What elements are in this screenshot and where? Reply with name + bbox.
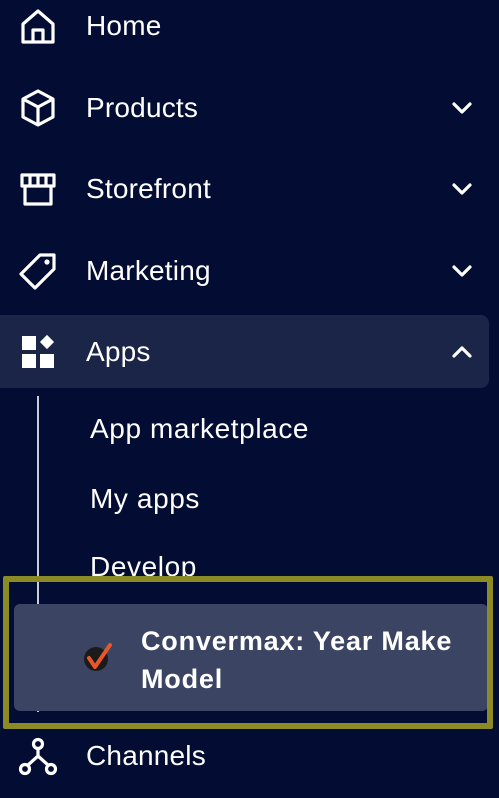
- cube-icon: [16, 86, 60, 130]
- nav-item-label: Home: [86, 10, 162, 41]
- nav-item-label: Channels: [86, 740, 206, 771]
- chevron-down-icon[interactable]: [447, 93, 477, 123]
- nav-item-channels[interactable]: Channels: [0, 720, 499, 792]
- home-icon: [16, 4, 60, 48]
- chevron-down-icon[interactable]: [447, 256, 477, 286]
- chevron-down-icon[interactable]: [447, 174, 477, 204]
- highlight-annotation-box: [3, 576, 493, 729]
- channels-icon: [16, 734, 60, 778]
- nav-item-label: Marketing: [86, 255, 211, 286]
- nav-item-label: Apps: [86, 336, 151, 367]
- apps-icon: [16, 330, 60, 374]
- nav-item-apps[interactable]: Apps: [0, 316, 499, 388]
- nav-item-label: Products: [86, 92, 199, 123]
- nav-item-marketing[interactable]: Marketing: [0, 235, 499, 307]
- chevron-up-icon[interactable]: [447, 337, 477, 367]
- nav-item-label: Storefront: [86, 173, 211, 204]
- nav-item-home[interactable]: Home: [0, 0, 499, 62]
- nav-item-products[interactable]: Products: [0, 72, 499, 144]
- sidebar-nav: Home Products Storefront Marketing Apps …: [0, 0, 499, 798]
- submenu-item-my-apps[interactable]: My apps: [90, 483, 200, 515]
- storefront-icon: [16, 167, 60, 211]
- submenu-item-app-marketplace[interactable]: App marketplace: [90, 413, 309, 445]
- tag-icon: [16, 249, 60, 293]
- nav-item-storefront[interactable]: Storefront: [0, 153, 499, 225]
